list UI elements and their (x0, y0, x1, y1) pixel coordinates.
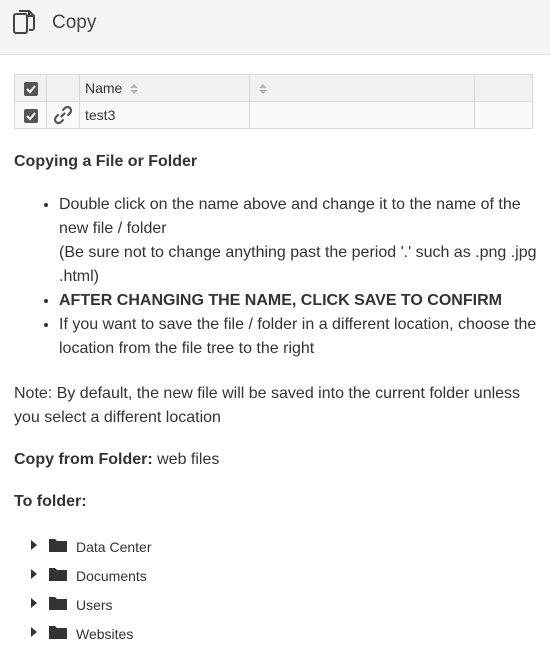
copy-from-value: web files (157, 451, 220, 468)
instruction-extension-warning: (Be sure not to change anything past the… (59, 244, 537, 285)
row-extra-cell (249, 101, 475, 129)
dialog-header: Copy (0, 0, 550, 55)
sort-icon[interactable] (258, 83, 268, 95)
caret-right-icon[interactable] (30, 597, 38, 609)
default-location-note: Note: By default, the new file will be s… (14, 385, 521, 426)
folder-icon (49, 539, 67, 552)
list-item: Double click on the name above and chang… (59, 193, 539, 289)
row-last-cell (474, 101, 533, 129)
caret-right-icon[interactable] (30, 626, 38, 638)
tree-item-label[interactable]: Documents (76, 568, 147, 584)
copy-icon (13, 10, 35, 34)
select-all-checkbox[interactable] (23, 82, 38, 97)
tree-item-data-center[interactable]: Data Center (30, 536, 190, 565)
section-heading: Copying a File or Folder (14, 153, 198, 170)
select-all-cell[interactable] (14, 74, 47, 102)
sort-icon[interactable] (129, 83, 139, 95)
row-checkbox[interactable] (23, 109, 38, 124)
tree-item-websites[interactable]: Websites (30, 623, 190, 652)
table-row[interactable]: test3 (14, 101, 533, 129)
instruction-save: AFTER CHANGING THE NAME, CLICK SAVE TO C… (59, 292, 502, 309)
list-item: AFTER CHANGING THE NAME, CLICK SAVE TO C… (59, 289, 539, 313)
caret-right-icon[interactable] (30, 568, 38, 580)
tree-item-documents[interactable]: Documents (30, 565, 190, 594)
row-check-cell[interactable] (14, 101, 47, 129)
tree-item-users[interactable]: Users (30, 594, 190, 623)
tree-item-label[interactable]: Websites (76, 626, 133, 642)
row-link-cell[interactable] (46, 101, 80, 129)
file-table: Name test3 (14, 74, 533, 129)
caret-right-icon[interactable] (30, 539, 38, 551)
copy-from-label: Copy from Folder: (14, 451, 153, 468)
instruction-rename: Double click on the name above and chang… (59, 196, 521, 237)
link-column-header (46, 74, 80, 102)
dialog-title: Copy (52, 12, 97, 33)
name-column-label: Name (85, 80, 123, 96)
instruction-location: If you want to save the file / folder in… (59, 316, 537, 357)
folder-icon (49, 597, 67, 610)
copy-from-folder: Copy from Folder: web files (14, 448, 219, 472)
row-name-cell[interactable]: test3 (79, 101, 250, 129)
instructions-list: Double click on the name above and chang… (14, 193, 539, 361)
tree-item-label[interactable]: Data Center (76, 539, 151, 555)
table-header-row: Name (14, 74, 533, 102)
list-item: If you want to save the file / folder in… (59, 313, 539, 361)
folder-icon (49, 568, 67, 581)
extra-column-header[interactable] (249, 74, 475, 102)
name-column-header[interactable]: Name (79, 74, 250, 102)
link-icon[interactable] (53, 105, 73, 125)
last-column-header (474, 74, 533, 102)
folder-icon (49, 626, 67, 639)
tree-item-label[interactable]: Users (76, 597, 113, 613)
folder-tree: Data Center Documents Users Websites (30, 536, 190, 652)
to-folder-label: To folder: (14, 493, 87, 510)
